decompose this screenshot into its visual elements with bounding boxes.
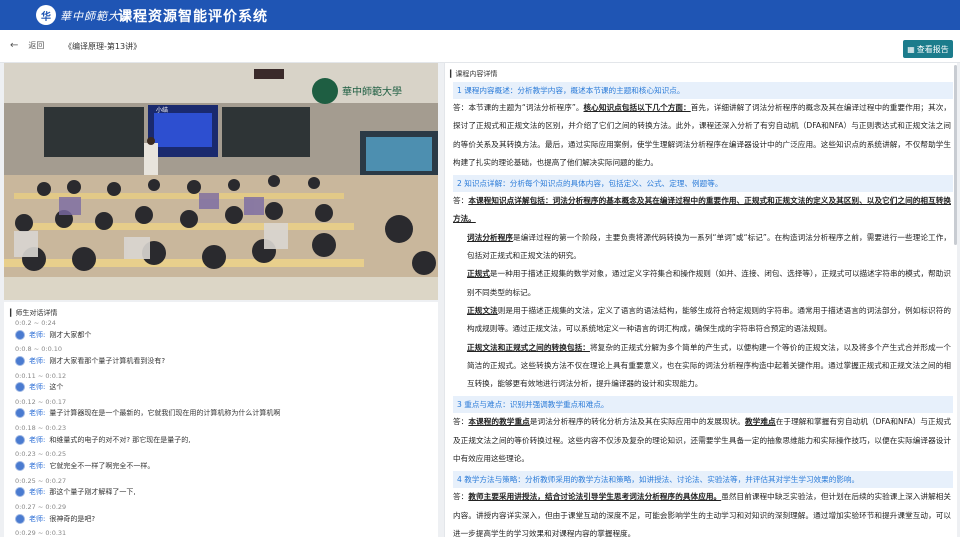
message-text: 这个 (49, 383, 64, 392)
dialogue-message: 老师: 刚才大家都个 (15, 328, 438, 341)
app-title: 课程资源智能评价系统 (118, 9, 268, 25)
content-details-panel[interactable]: ▎课程内容详情 1 课程内容概述：分析教学内容，概述本节课的主题和核心知识点。 … (444, 63, 957, 537)
section-2-paragraph-grammar: 正规文法则是用于描述正规集的文法，定义了语言的语法结构，能够生成符合特定规则的字… (467, 305, 952, 334)
view-report-button[interactable]: ▦ 查看报告 (903, 40, 953, 58)
dialogue-time: 0:0.29 ~ 0:0.31 (15, 529, 67, 537)
speaker-label: 老师: (29, 409, 46, 418)
teacher-avatar-icon (15, 382, 25, 393)
dialogue-time: 0:0.27 ~ 0:0.29 (15, 503, 67, 512)
section-2-answer: 答：本课程知识点详解包括：词法分析程序的基本概念及其在编译过程中的重要作用、正规… (453, 196, 951, 224)
section-2-title: 2 知识点详解：分析每个知识点的具体内容，包括定义、公式、定理、例题等。 (453, 175, 953, 193)
speaker-label: 老师: (29, 356, 46, 365)
message-text: 和维量式的电子的对不对? 那它现在是量子的, (49, 435, 191, 444)
dialogue-title: ▎师生对话详情 (10, 309, 58, 317)
report-icon: ▦ (907, 44, 915, 54)
dialogue-message: 老师: 这个 (15, 381, 438, 394)
speaker-label: 老师: (29, 488, 46, 497)
dialogue-time: 0:0.8 ~ 0:0.10 (15, 345, 63, 354)
content-scrollbar[interactable] (954, 65, 957, 245)
university-logo: 华 (36, 5, 56, 25)
speaker-label: 老师: (29, 461, 46, 470)
section-4-title: 4 教学方法与策略：分析教师采用的教学方法和策略，如讲授法、讨论法、实验法等，并… (453, 471, 953, 489)
dialogue-item: 0:0.2 ~ 0:24 老师: 刚才大家都个 (4, 318, 438, 344)
dialogue-item: 0:0.25 ~ 0:0.27 老师: 那这个量子刚才解释了一下, (4, 476, 438, 502)
dialogue-message: 老师: 那这个量子刚才解释了一下, (15, 486, 438, 499)
section-3-title: 3 重点与难点：识别并强调教学重点和难点。 (453, 396, 953, 414)
slide-title: 小结 (156, 106, 168, 114)
back-label: 返回 (28, 41, 45, 50)
section-2-paragraph-regex: 正规式是一种用于描述正规集的数学对象，通过定义字符集合和操作规则（如并、连接、闭… (467, 269, 951, 297)
dialogue-item: 0:0.12 ~ 0:0.17 老师: 量子计算器现在是一个最新的，它就我们现在用的… (4, 397, 438, 423)
report-label: 查看报告 (916, 44, 949, 54)
section-2-paragraph-conversion: 正规文法和正规式之间的转换包括：将复杂的正规式分解为多个简单的产生式，以便构建一… (467, 342, 952, 389)
course-title: 《编译原理-第13讲》 (64, 42, 142, 51)
dialogue-time: 0:0.23 ~ 0:0.25 (15, 450, 67, 459)
dialogue-message: 老师: 量子计算器现在是一个最新的，它就我们现在用的计算机称为什么计算机啊 (15, 407, 438, 420)
dialogue-item: 0:0.27 ~ 0:0.29 老师: 很神奇的是吧? (4, 502, 438, 528)
video-watermark: 華中師範大學 (342, 85, 402, 98)
message-text: 它就完全不一样了啊完全不一样。 (49, 461, 155, 470)
speaker-label: 老师: (29, 383, 46, 392)
dialogue-time: 0:0.2 ~ 0:24 (15, 319, 56, 327)
message-text: 刚才大家都个 (49, 330, 92, 339)
speaker-label: 老师: (29, 330, 46, 339)
teacher-avatar-icon (15, 434, 25, 445)
speaker-label: 老师: (29, 514, 46, 523)
dialogue-message: 老师: 它就完全不一样了啊完全不一样。 (15, 459, 438, 472)
message-text: 那这个量子刚才解释了一下, (49, 488, 136, 497)
section-3-answer: 答：本课程的教学重点是词法分析程序的转化分析方法及其在实际应用中的发展现状。教学… (453, 417, 952, 464)
dialogue-time: 0:0.25 ~ 0:0.27 (15, 476, 67, 485)
top-bar: 华 華中師範大學 课程资源智能评价系统 (0, 0, 960, 30)
section-1-title: 1 课程内容概述：分析教学内容，概述本节课的主题和核心知识点。 (453, 82, 953, 99)
dialogue-time: 0:0.12 ~ 0:0.17 (15, 397, 67, 406)
message-text: 刚才大家看那个量子计算机看到没有? (49, 356, 166, 365)
dialogue-list[interactable]: 0:0.2 ~ 0:24 老师: 刚才大家都个 0:0.8 ~ 0:0.10 老师: 刚才… (4, 318, 438, 537)
dialogue-item: 0:0.29 ~ 0:0.31 (4, 528, 438, 537)
dialogue-message: 老师: 刚才大家看那个量子计算机看到没有? (15, 354, 438, 367)
content-details-title: ▎课程内容详情 (450, 70, 498, 78)
dialogue-item: 0:0.23 ~ 0:0.25 老师: 它就完全不一样了啊完全不一样。 (4, 449, 438, 475)
dialogue-item: 0:0.8 ~ 0:0.10 老师: 刚才大家看那个量子计算机看到没有? (4, 344, 438, 370)
teacher-avatar-icon (15, 513, 25, 524)
back-button[interactable]: ← 返回 (10, 40, 44, 51)
dialogue-message: 老师: 和维量式的电子的对不对? 那它现在是量子的, (15, 433, 438, 446)
speaker-label: 老师: (29, 435, 46, 444)
section-2-paragraph-lexer: 词法分析程序是编译过程的第一个阶段，主要负责将源代码转换为一系列“单词”或“标记… (467, 232, 952, 261)
dialogue-item: 0:0.11 ~ 0:0.12 老师: 这个 (4, 371, 438, 397)
dialogue-panel[interactable]: ▎师生对话详情 0:0.2 ~ 0:24 老师: 刚才大家都个 0:0.8 ~ 0:0… (4, 302, 438, 537)
dialogue-time: 0:0.18 ~ 0:0.23 (15, 424, 67, 433)
teacher-avatar-icon (15, 487, 25, 498)
section-1-answer: 答：本节课的主题为“词法分析程序”。核心知识点包括以下几个方面：首先，详细讲解了… (453, 103, 951, 167)
teacher-avatar-icon (15, 460, 25, 471)
teacher-avatar-icon (15, 355, 25, 366)
sub-toolbar (0, 30, 960, 63)
teacher-avatar-icon (15, 329, 25, 340)
back-arrow-icon: ← (10, 40, 19, 51)
dialogue-message: 老师: 很神奇的是吧? (15, 512, 438, 525)
message-text: 很神奇的是吧? (49, 514, 96, 523)
teacher-avatar-icon (15, 408, 25, 419)
dialogue-item: 0:0.18 ~ 0:0.23 老师: 和维量式的电子的对不对? 那它现在是量子的, (4, 423, 438, 449)
dialogue-time: 0:0.11 ~ 0:0.12 (15, 371, 67, 380)
classroom-video[interactable]: 小结 華中師範大學 (4, 63, 438, 300)
classroom-scene: 小结 華中師範大學 (4, 63, 438, 300)
section-4-answer: 答：教师主要采用讲授法，结合讨论法引导学生思考词法分析程序的具体应用。虽然目前课… (453, 492, 952, 537)
message-text: 量子计算器现在是一个最新的，它就我们现在用的计算机称为什么计算机啊 (49, 409, 281, 418)
